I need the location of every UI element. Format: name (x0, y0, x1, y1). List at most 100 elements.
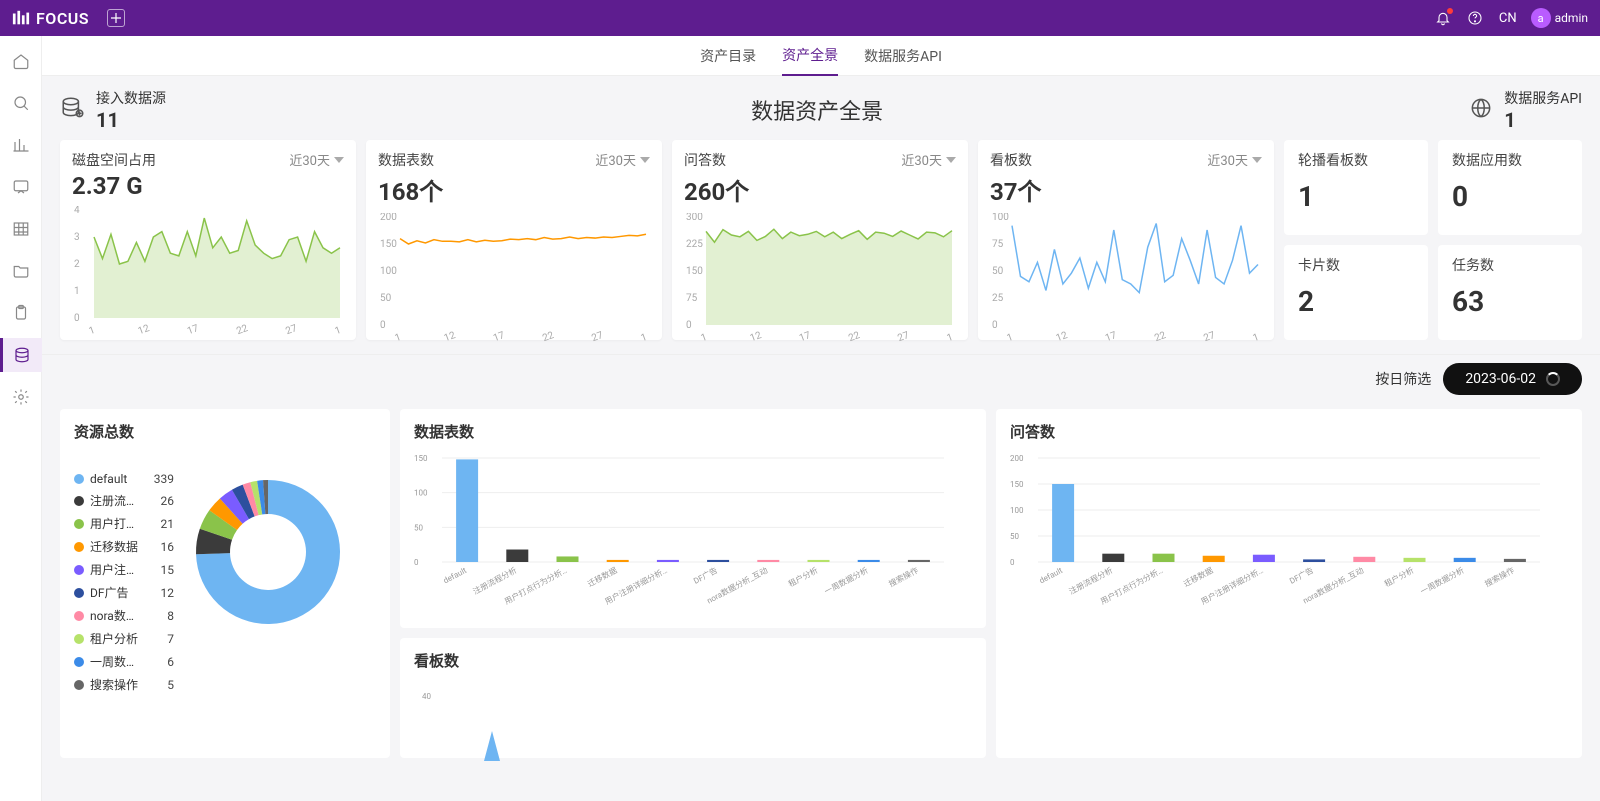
bottom-grid: 资源总数 default339注册流…26用户打…21迁移数据16用户注…15D… (42, 409, 1600, 778)
legend-item[interactable]: 迁移数据16 (74, 538, 174, 555)
mini-value: 168个 (378, 172, 443, 207)
help-icon[interactable] (1467, 10, 1483, 26)
stat-card-cards: 卡片数 2 (1284, 245, 1428, 340)
legend-item[interactable]: nora数… 8 (74, 607, 174, 624)
datasource-value: 11 (96, 108, 166, 132)
svg-text:注册流程分析: 注册流程分析 (471, 565, 518, 596)
svg-text:1: 1 (334, 325, 343, 336)
legend-value: 12 (144, 586, 174, 600)
brand[interactable]: FOCUS (12, 9, 89, 28)
chevron-down-icon (640, 157, 650, 163)
svg-text:27: 27 (1202, 330, 1217, 343)
legend-label: DF广告 (90, 584, 138, 601)
donut-chart (188, 472, 348, 632)
legend-item[interactable]: 注册流…26 (74, 492, 174, 509)
api-label: 数据服务API (1504, 88, 1582, 108)
legend-label: nora数… (90, 607, 138, 624)
stat-card-apps: 数据应用数 0 (1438, 140, 1582, 235)
svg-text:租户分析: 租户分析 (786, 565, 819, 589)
stat-value: 63 (1452, 285, 1568, 318)
svg-text:75: 75 (992, 239, 1004, 250)
svg-text:225: 225 (686, 239, 703, 250)
svg-text:0: 0 (1010, 558, 1015, 567)
svg-text:22: 22 (847, 330, 862, 343)
svg-text:1: 1 (700, 332, 709, 343)
range-selector[interactable]: 近30天 (901, 150, 956, 169)
legend-value: 8 (144, 609, 174, 623)
legend-label: default (90, 472, 138, 486)
language-switch[interactable]: CN (1499, 11, 1517, 26)
legend-item[interactable]: 用户注…15 (74, 561, 174, 578)
tab-overview[interactable]: 资产全景 (782, 36, 838, 76)
sparkline-chart: 0751502253001121722271 (684, 213, 956, 343)
legend-value: 26 (144, 494, 174, 508)
range-selector[interactable]: 近30天 (1207, 150, 1262, 169)
card-title: 数据表数 (414, 421, 972, 442)
legend-value: 15 (144, 563, 174, 577)
sidebar-settings[interactable] (10, 386, 32, 408)
legend-item[interactable]: default339 (74, 472, 174, 486)
svg-text:17: 17 (1104, 330, 1119, 343)
avatar[interactable]: a (1531, 8, 1551, 28)
range-selector[interactable]: 近30天 (289, 150, 344, 169)
cards-row: 磁盘空间占用 2.37 G 近30天 012341121722271 数据表数 … (42, 140, 1600, 350)
sidebar-table[interactable] (10, 218, 32, 240)
filter-label: 按日筛选 (1375, 369, 1431, 389)
svg-text:0: 0 (414, 558, 419, 567)
tab-api[interactable]: 数据服务API (864, 37, 942, 75)
svg-text:12: 12 (1055, 330, 1070, 343)
svg-text:100: 100 (414, 489, 428, 498)
legend-color-icon (74, 519, 84, 529)
svg-text:200: 200 (1010, 454, 1024, 463)
svg-text:17: 17 (798, 330, 813, 343)
sidebar-database[interactable] (0, 338, 42, 372)
summary-row: 接入数据源 11 数据资产全景 数据服务API 1 (42, 76, 1600, 140)
legend-label: 搜索操作 (90, 676, 138, 693)
svg-text:0: 0 (74, 313, 80, 324)
legend-item[interactable]: 搜索操作5 (74, 676, 174, 693)
mini-card-disk: 磁盘空间占用 2.37 G 近30天 012341121722271 (60, 140, 356, 340)
sidebar-clipboard[interactable] (10, 302, 32, 324)
legend-item[interactable]: DF广告 12 (74, 584, 174, 601)
svg-text:22: 22 (235, 323, 250, 336)
card-tables-bar: 数据表数 050100150default注册流程分析用户打点行为分析…迁移数据… (400, 409, 986, 628)
card-qa-bar: 问答数 050100150200default注册流程分析用户打点行为分析…迁移… (996, 409, 1582, 758)
svg-text:300: 300 (686, 213, 703, 223)
add-button[interactable] (107, 9, 125, 27)
stat-title: 数据应用数 (1452, 150, 1568, 170)
svg-text:22: 22 (1153, 330, 1168, 343)
svg-text:1: 1 (640, 332, 649, 343)
card-title: 看板数 (414, 650, 972, 671)
svg-text:0: 0 (380, 320, 386, 331)
legend-item[interactable]: 一周数…6 (74, 653, 174, 670)
svg-text:50: 50 (992, 266, 1004, 277)
legend-item[interactable]: 用户打… 21 (74, 515, 174, 532)
range-selector[interactable]: 近30天 (595, 150, 650, 169)
bell-icon[interactable] (1435, 10, 1451, 26)
stat-value: 2 (1298, 285, 1414, 318)
legend-item[interactable]: 租户分析7 (74, 630, 174, 647)
legend-value: 21 (144, 517, 174, 531)
legend-label: 用户打… (90, 515, 138, 532)
tab-catalog[interactable]: 资产目录 (700, 37, 756, 75)
sidebar-home[interactable] (10, 50, 32, 72)
sidebar-chart[interactable] (10, 134, 32, 156)
svg-text:12: 12 (749, 330, 764, 343)
svg-text:100: 100 (380, 266, 397, 277)
card-resource-total: 资源总数 default339注册流…26用户打…21迁移数据16用户注…15D… (60, 409, 390, 758)
sidebar-search[interactable] (10, 92, 32, 114)
sidebar-chat[interactable] (10, 176, 32, 198)
bar-chart-partial: 40 (414, 681, 954, 761)
stat-value: 0 (1452, 180, 1568, 213)
svg-text:100: 100 (1010, 506, 1024, 515)
loading-spinner-icon (1546, 372, 1560, 386)
svg-text:200: 200 (380, 213, 397, 223)
svg-text:150: 150 (380, 239, 397, 250)
legend-color-icon (74, 496, 84, 506)
topbar: FOCUS CN a admin (0, 0, 1600, 36)
date-picker[interactable]: 2023-06-02 (1443, 363, 1582, 395)
notification-dot-icon (1447, 8, 1453, 14)
svg-text:0: 0 (686, 320, 692, 331)
svg-text:27: 27 (284, 323, 299, 336)
sidebar-folder[interactable] (10, 260, 32, 282)
